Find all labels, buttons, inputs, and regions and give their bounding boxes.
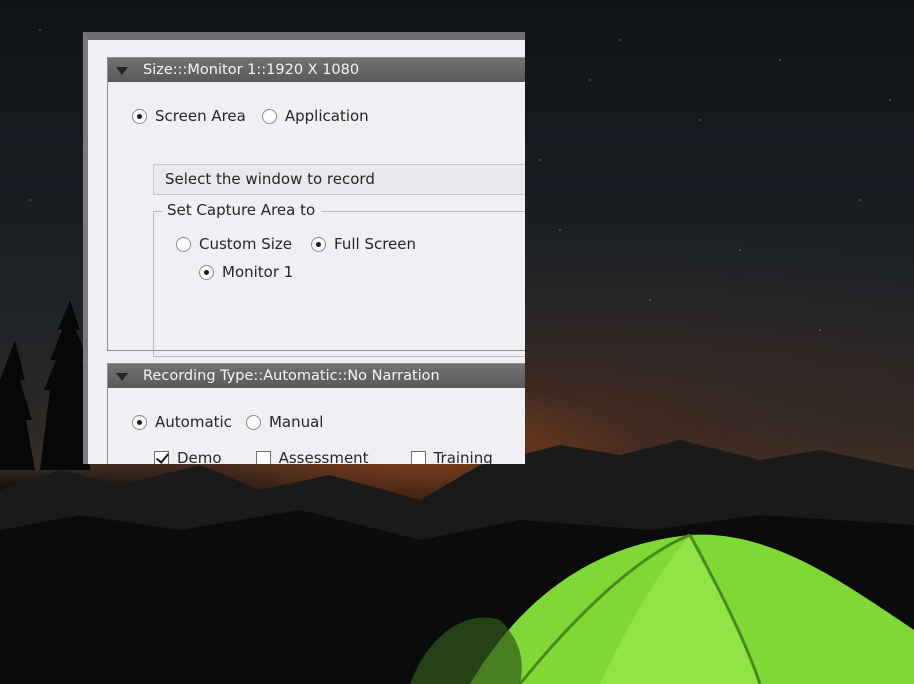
assessment-checkbox[interactable] (255, 450, 271, 464)
monitor-options: Monitor 1 (199, 263, 309, 281)
custom-size-label: Custom Size (199, 235, 293, 253)
assessment-label: Assessment (278, 449, 369, 464)
landscape-silhouette (0, 440, 914, 684)
size-section-header[interactable]: Size:::Monitor 1::1920 X 1080 (108, 58, 525, 82)
recording-mode-group: Automatic Manual (132, 413, 339, 431)
custom-size-option[interactable]: Custom Size (176, 235, 292, 253)
demo-label: Demo (177, 449, 222, 464)
custom-size-radio[interactable] (176, 236, 191, 252)
assessment-option[interactable]: Assessment (255, 449, 369, 464)
triangle-down-icon[interactable] (116, 67, 128, 75)
training-option[interactable]: Training (410, 449, 493, 464)
triangle-down-icon[interactable] (116, 373, 128, 381)
full-screen-option[interactable]: Full Screen (311, 235, 416, 253)
capture-settings-panel: Size:::Monitor 1::1920 X 1080 Screen Are… (83, 32, 525, 464)
full-screen-radio[interactable] (311, 236, 327, 252)
window-select-dropdown[interactable]: Select the window to record (153, 164, 525, 195)
tree-silhouette (0, 300, 90, 470)
monitor-1-option[interactable]: Monitor 1 (199, 263, 293, 281)
training-label: Training (433, 449, 493, 464)
recording-type-header[interactable]: Recording Type::Automatic::No Narration (108, 364, 525, 388)
window-select-value: Select the window to record (165, 170, 375, 188)
automatic-option[interactable]: Automatic (132, 413, 232, 431)
manual-radio[interactable] (245, 414, 261, 430)
capture-area-options: Custom Size Full Screen (176, 235, 432, 253)
capture-area-group: Set Capture Area to Custom Size Full Scr… (153, 201, 525, 357)
screen-area-label: Screen Area (155, 107, 246, 125)
recording-type-checks: Demo Assessment Training (154, 449, 509, 464)
recording-type-title: Recording Type::Automatic::No Narration (143, 368, 440, 384)
screen-area-option[interactable]: Screen Area (132, 107, 246, 125)
application-radio[interactable] (261, 108, 277, 124)
application-option[interactable]: Application (261, 107, 369, 125)
application-label: Application (284, 107, 369, 125)
monitor-1-label: Monitor 1 (222, 263, 294, 281)
screen-area-radio[interactable] (132, 108, 147, 124)
capture-area-legend: Set Capture Area to (162, 201, 322, 219)
recording-type-section: Recording Type::Automatic::No Narration … (107, 363, 525, 464)
automatic-radio[interactable] (132, 414, 147, 430)
capture-mode-group: Screen Area Application (132, 107, 385, 125)
manual-label: Manual (268, 413, 324, 431)
manual-option[interactable]: Manual (245, 413, 324, 431)
size-section: Size:::Monitor 1::1920 X 1080 Screen Are… (107, 57, 525, 357)
size-section-title: Size:::Monitor 1::1920 X 1080 (143, 62, 360, 78)
automatic-label: Automatic (155, 413, 232, 431)
demo-checkbox[interactable] (154, 450, 169, 464)
demo-option[interactable]: Demo (154, 449, 222, 464)
monitor-1-radio[interactable] (199, 264, 214, 280)
training-checkbox[interactable] (410, 450, 426, 464)
full-screen-label: Full Screen (334, 235, 417, 253)
